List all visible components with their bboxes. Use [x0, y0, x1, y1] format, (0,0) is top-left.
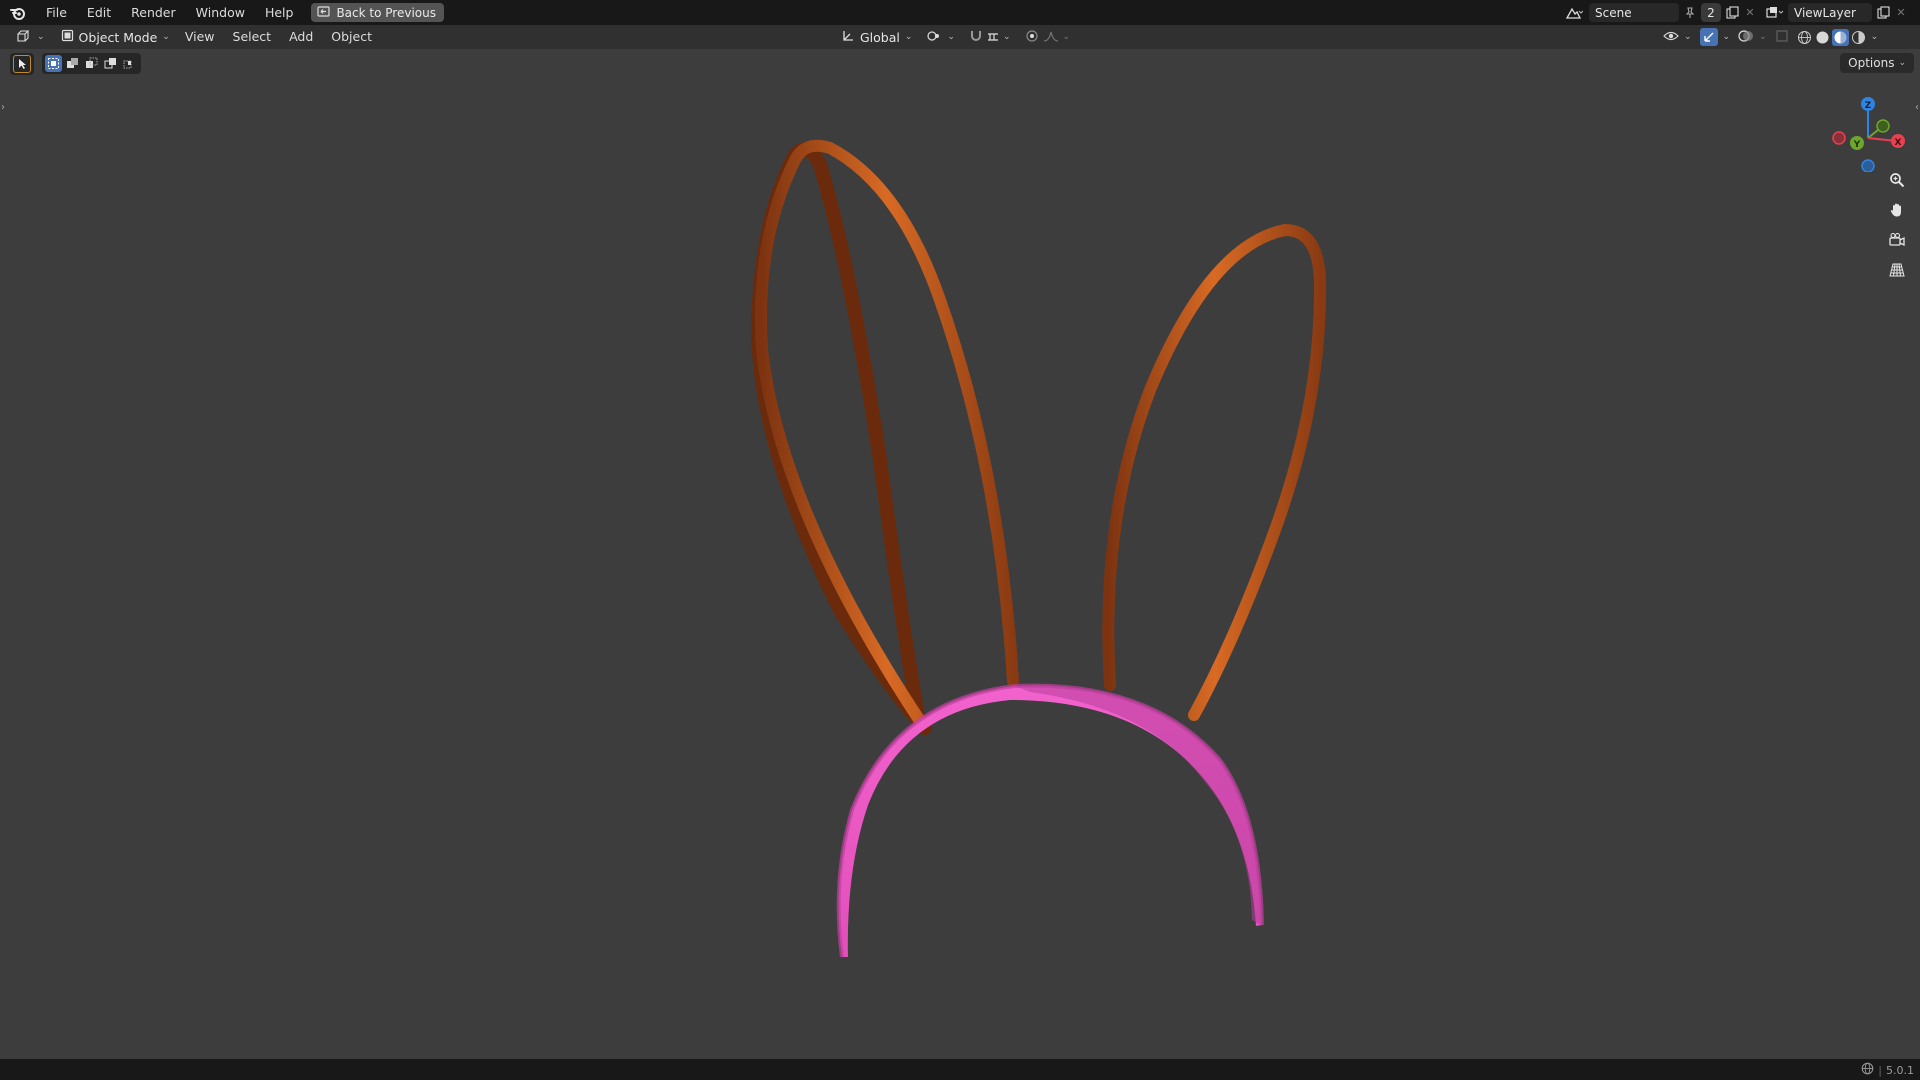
falloff-curve-icon — [1043, 30, 1059, 45]
wireframe-shading-icon[interactable] — [1796, 29, 1813, 46]
pivot-point-icon — [926, 29, 942, 46]
header-menu-object[interactable]: Object — [322, 25, 381, 49]
scene-pin-icon[interactable] — [1679, 3, 1701, 22]
headband-inner-shade — [1015, 685, 1262, 925]
blender-version: 5.0.1 — [1886, 1063, 1914, 1077]
proportional-editing-controls[interactable]: ⌄ — [1019, 27, 1077, 47]
left-ear[interactable] — [754, 139, 1019, 730]
menu-edit[interactable]: Edit — [77, 0, 121, 25]
snap-controls[interactable]: ⌄ — [963, 27, 1017, 47]
back-screen-icon — [317, 5, 331, 20]
3d-viewport[interactable]: › ‹ Options ⌄ Z Y X — [0, 49, 1920, 1059]
network-globe-icon — [1861, 1062, 1874, 1078]
orientation-selector[interactable]: Global ⌄ — [835, 27, 918, 47]
transform-tools: Global ⌄ ⌄ ⌄ ⌄ — [835, 27, 1076, 47]
chevron-down-icon: ⌄ — [37, 32, 45, 42]
gizmo-toggle[interactable]: ⌄ — [1697, 27, 1734, 47]
back-to-previous-button[interactable]: Back to Previous — [311, 3, 444, 22]
proportional-editing-icon — [1025, 29, 1039, 46]
xray-icon — [1775, 29, 1789, 46]
scene-name: Scene — [1595, 5, 1632, 20]
solid-shading-icon[interactable] — [1814, 29, 1831, 46]
chevron-down-icon: ⌄ — [947, 32, 955, 42]
status-right: | 5.0.1 — [1861, 1062, 1914, 1078]
status-separator: | — [1878, 1063, 1882, 1077]
menu-file[interactable]: File — [36, 0, 77, 25]
snap-increment-icon — [986, 29, 1000, 46]
headband-front — [838, 685, 1262, 957]
scene-selector: Scene 2 ✕ — [1563, 0, 1757, 25]
blender-logo-icon[interactable] — [0, 0, 36, 25]
delete-scene-icon[interactable]: ✕ — [1743, 3, 1757, 22]
editor-type-selector[interactable]: ⌄ — [10, 27, 51, 47]
visibility-selector[interactable]: ⌄ — [1660, 27, 1695, 47]
back-to-previous-label: Back to Previous — [336, 5, 436, 20]
mode-label: Object Mode — [78, 29, 158, 45]
mode-selector[interactable]: Object Mode ⌄ — [55, 27, 176, 47]
scene-render[interactable] — [0, 49, 1920, 1059]
chevron-down-icon: ⌄ — [1722, 32, 1731, 42]
scene-browse-icon[interactable] — [1563, 3, 1585, 22]
transform-orientation-icon — [841, 29, 855, 46]
xray-toggle[interactable] — [1772, 27, 1792, 47]
header-menu-select[interactable]: Select — [224, 25, 281, 49]
viewport-header: ⌄ Object Mode ⌄ View Select Add Object G… — [0, 25, 1920, 49]
menu-window[interactable]: Window — [186, 0, 255, 25]
overlays-toggle[interactable]: ⌄ — [1735, 27, 1770, 47]
pivot-point-selector[interactable]: ⌄ — [920, 27, 961, 47]
snap-magnet-icon — [969, 29, 983, 46]
chevron-down-icon: ⌄ — [904, 32, 913, 42]
right-ear[interactable] — [1102, 223, 1327, 721]
menu-help[interactable]: Help — [255, 0, 304, 25]
delete-view-layer-icon[interactable]: ✕ — [1894, 3, 1908, 22]
new-view-layer-icon[interactable] — [1872, 3, 1894, 22]
top-bar: File Edit Render Window Help Back to Pre… — [0, 0, 1920, 25]
scene-users-value: 2 — [1707, 5, 1715, 20]
view-layer-field[interactable]: ViewLayer — [1788, 3, 1872, 22]
chevron-down-icon: ⌄ — [1684, 32, 1692, 42]
header-menu-view[interactable]: View — [176, 25, 224, 49]
material-preview-shading-icon[interactable] — [1831, 28, 1849, 46]
headband-object[interactable] — [836, 683, 1264, 958]
view-layer-selector: ViewLayer ✕ — [1764, 0, 1908, 25]
view-layer-name: ViewLayer — [1794, 5, 1856, 20]
view-layer-browse-icon[interactable] — [1764, 3, 1786, 22]
menu-render[interactable]: Render — [121, 0, 186, 25]
chevron-down-icon: ⌄ — [1759, 32, 1767, 42]
gizmo-icon — [1699, 28, 1718, 46]
headband-edge — [836, 683, 1264, 958]
new-scene-icon[interactable] — [1721, 3, 1743, 22]
eye-visibility-icon — [1663, 30, 1679, 45]
header-menu-add[interactable]: Add — [280, 25, 322, 49]
overlays-icon — [1738, 29, 1754, 46]
chevron-down-icon[interactable]: ⌄ — [1871, 32, 1879, 42]
viewport-display-tools: ⌄ ⌄ ⌄ ⌄ — [1660, 27, 1878, 47]
status-bar: | 5.0.1 — [0, 1059, 1920, 1080]
chevron-down-icon: ⌄ — [162, 32, 170, 42]
object-mode-icon — [61, 29, 74, 45]
chevron-down-icon: ⌄ — [1002, 32, 1011, 42]
orientation-label: Global — [860, 29, 900, 45]
scene-name-field[interactable]: Scene — [1589, 3, 1679, 22]
rendered-shading-icon[interactable] — [1850, 29, 1867, 46]
shading-mode-buttons: ⌄ — [1796, 28, 1879, 46]
chevron-down-icon: ⌄ — [1062, 32, 1071, 42]
viewport-editor-icon — [16, 29, 32, 46]
bunny-ears-object[interactable] — [750, 139, 1327, 735]
scene-users-count[interactable]: 2 — [1701, 3, 1721, 22]
